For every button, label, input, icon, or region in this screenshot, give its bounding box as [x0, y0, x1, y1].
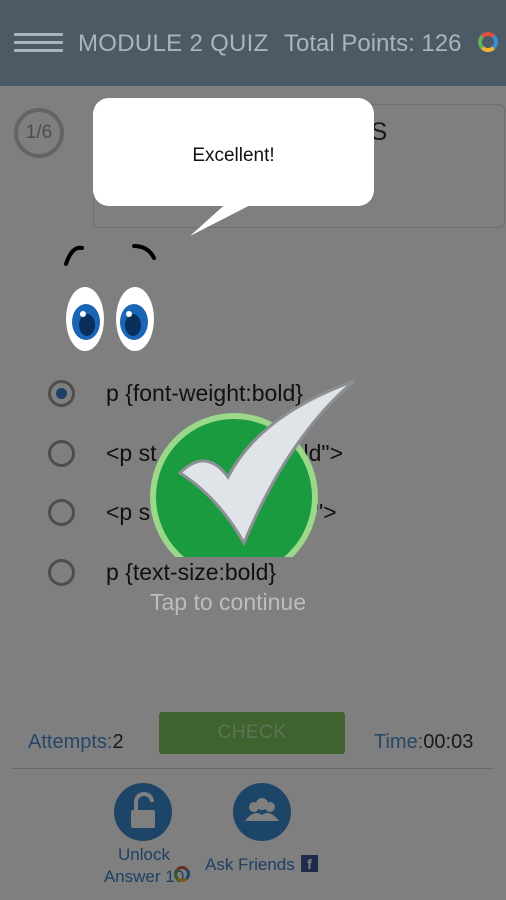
correct-checkmark-icon	[150, 379, 355, 557]
tap-to-continue-label[interactable]: Tap to continue	[150, 589, 306, 616]
cartoon-eyes-icon	[64, 244, 156, 351]
speech-bubble: Excellent!	[93, 98, 374, 206]
feedback-message: Excellent!	[192, 145, 275, 166]
